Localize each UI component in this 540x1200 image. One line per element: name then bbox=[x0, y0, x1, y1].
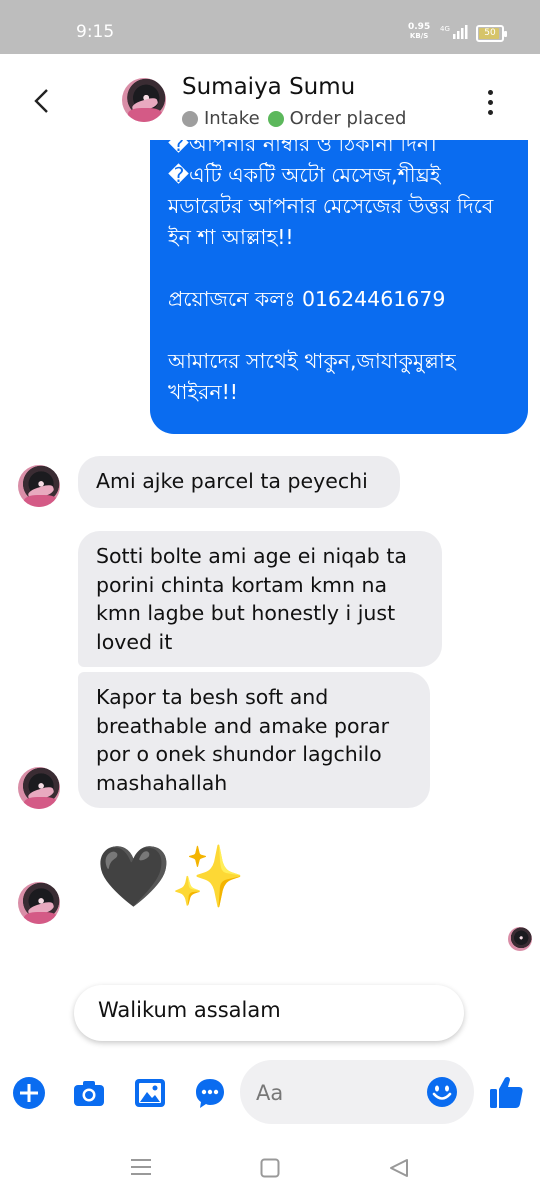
message-input[interactable] bbox=[254, 1074, 418, 1112]
label-intake: Intake bbox=[204, 108, 260, 129]
message-bubble[interactable]: Kapor ta besh soft and breathable and am… bbox=[78, 672, 430, 808]
chat-bubble-icon[interactable] bbox=[193, 1076, 227, 1110]
outgoing-line-3 bbox=[168, 253, 514, 284]
status-time: 9:15 bbox=[76, 22, 115, 42]
sender-avatar[interactable] bbox=[18, 882, 60, 924]
message-bubble[interactable]: Ami ajke parcel ta peyechi bbox=[78, 456, 400, 508]
back-nav-icon[interactable] bbox=[389, 1158, 409, 1178]
outgoing-line-4: প্রয়োজনে কলঃ 01624461679 bbox=[168, 287, 446, 311]
network-speed: 0.95 KB/S bbox=[408, 23, 430, 41]
order-placed-dot-icon bbox=[267, 110, 284, 127]
network-speed-unit: KB/S bbox=[409, 32, 429, 40]
seen-avatar bbox=[508, 927, 532, 951]
outgoing-line-2: �এটি একটি অটো মেসেজ,শীঘ্রই মডারেটর আপনার… bbox=[168, 163, 500, 249]
quick-reply-chip[interactable]: Walikum assalam bbox=[74, 985, 464, 1041]
emoji-message[interactable]: 🖤✨ bbox=[96, 842, 245, 912]
more-icon[interactable] bbox=[484, 90, 496, 118]
outgoing-line-5 bbox=[168, 315, 514, 346]
sender-avatar[interactable] bbox=[18, 767, 60, 809]
outgoing-line-1: �আপনার নাম্বার ও ঠিকানা দিন। bbox=[168, 140, 437, 156]
message-input-box[interactable] bbox=[240, 1060, 474, 1124]
message-bubble[interactable]: Sotti bolte ami age ei niqab ta porini c… bbox=[78, 531, 442, 667]
sender-avatar[interactable] bbox=[18, 465, 60, 507]
menu-icon[interactable] bbox=[131, 1158, 151, 1176]
contact-name[interactable]: Sumaiya Sumu bbox=[182, 74, 355, 100]
contact-labels: Intake Order placed bbox=[182, 108, 406, 129]
contact-avatar[interactable] bbox=[122, 78, 166, 122]
battery-level: 50 bbox=[484, 28, 496, 38]
system-nav-bar bbox=[0, 1130, 540, 1200]
gallery-icon[interactable] bbox=[133, 1076, 167, 1110]
conversation-header: Sumaiya Sumu Intake Order placed bbox=[0, 54, 540, 148]
camera-icon[interactable] bbox=[72, 1076, 106, 1110]
network-speed-value: 0.95 bbox=[408, 22, 431, 32]
outgoing-auto-message[interactable]: �আপনার নাম্বার ও ঠিকানা দিন। �এটি একটি অ… bbox=[150, 140, 528, 434]
thumbs-up-icon[interactable] bbox=[488, 1074, 524, 1110]
label-order-placed: Order placed bbox=[289, 108, 407, 129]
intake-dot-icon bbox=[182, 110, 198, 127]
outgoing-line-6: আমাদের সাথেই থাকুন,জাযাকুমুল্লাহ খাইরন!! bbox=[168, 349, 463, 404]
back-icon[interactable] bbox=[30, 86, 54, 116]
plus-icon[interactable] bbox=[12, 1076, 46, 1110]
signal-icon: 4G bbox=[440, 25, 468, 39]
network-type: 4G bbox=[440, 25, 450, 33]
message-composer bbox=[0, 1060, 540, 1126]
battery-icon: 50 bbox=[476, 25, 507, 42]
status-bar: 9:15 0.95 KB/S 4G 50 bbox=[0, 0, 540, 54]
home-icon[interactable] bbox=[260, 1158, 280, 1178]
emoji-icon[interactable] bbox=[426, 1076, 458, 1108]
